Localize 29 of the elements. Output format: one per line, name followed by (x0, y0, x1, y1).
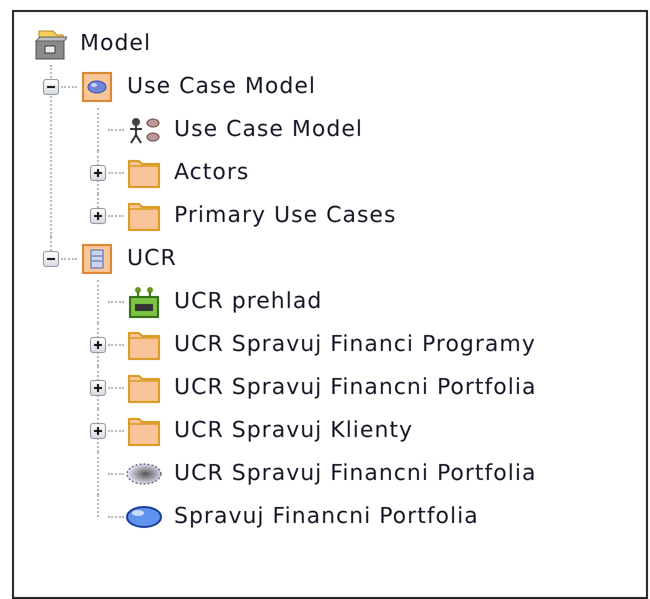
tree-item-label[interactable]: UCR Spravuj Financni Portfolia (174, 457, 536, 490)
tree-item-label[interactable]: UCR prehlad (174, 285, 322, 318)
tree-item-label[interactable]: Use Case Model (127, 70, 316, 103)
expand-toggle[interactable] (90, 336, 106, 352)
tree-item-label[interactable]: UCR Spravuj Financi Programy (174, 328, 536, 361)
package-icon (82, 244, 112, 274)
tree-item-label[interactable]: UCR Spravuj Financni Portfolia (174, 371, 536, 404)
plus-icon (93, 210, 103, 220)
expand-toggle[interactable] (90, 208, 106, 224)
tree-item-label[interactable]: Primary Use Cases (174, 199, 396, 232)
expand-toggle[interactable] (90, 422, 106, 438)
package-icon (82, 72, 112, 102)
tree-item-label[interactable]: Spravuj Financni Portfolia (174, 500, 479, 533)
ellipse-icon (124, 504, 164, 530)
tree-item-label[interactable]: Actors (174, 156, 250, 189)
tree-item-label[interactable]: UCR Spravuj Klienty (174, 414, 414, 447)
plus-icon (93, 340, 103, 350)
tree-item-label[interactable]: Model (80, 27, 152, 60)
expand-toggle[interactable] (90, 380, 106, 396)
collapse-toggle[interactable] (43, 78, 59, 94)
plus-icon (93, 426, 103, 436)
tree-item-label[interactable]: Use Case Model (174, 113, 363, 146)
plus-icon (93, 168, 103, 178)
expand-toggle[interactable] (90, 164, 106, 180)
dotted-ellipse-icon (124, 460, 164, 486)
plus-icon (93, 382, 103, 392)
collapse-toggle[interactable] (43, 250, 59, 266)
tree-item-label[interactable]: UCR (127, 242, 177, 275)
component-icon (127, 286, 161, 318)
